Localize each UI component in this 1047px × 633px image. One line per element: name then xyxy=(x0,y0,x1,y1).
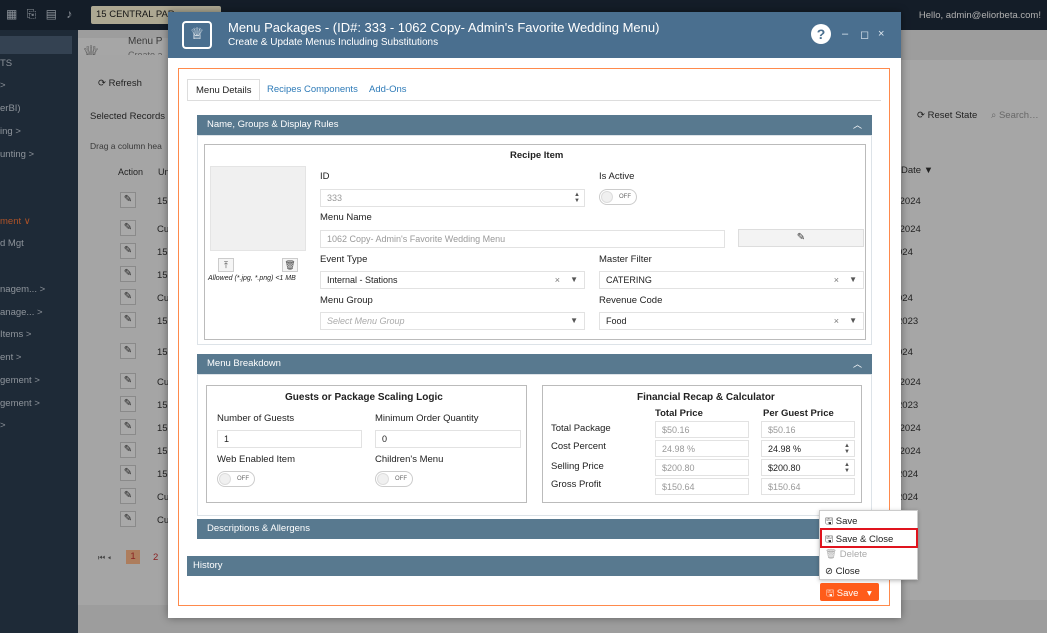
is-active-toggle[interactable]: OFF xyxy=(599,189,637,205)
allowed-files-note: Allowed (*.jpg, *.png) <1 MB xyxy=(208,275,296,282)
section-body-name-groups: Recipe Item ⤒ 🗑 Allowed (*.jpg, *.png) <… xyxy=(197,135,872,345)
clear-icon[interactable]: × xyxy=(834,316,839,326)
section-header-descriptions[interactable]: Descriptions & Allergens xyxy=(197,519,872,539)
section-header-menu-breakdown[interactable]: Menu Breakdown ︿ xyxy=(197,354,872,374)
spinner-icon[interactable]: ▲ ▼ xyxy=(844,462,850,474)
cancel-icon: ⊘ xyxy=(825,566,833,577)
modal-body: Menu Details Recipes Components Add-Ons … xyxy=(178,68,890,606)
clear-icon[interactable]: × xyxy=(555,275,560,285)
menu-item-delete[interactable]: 🗑 Delete xyxy=(825,549,867,560)
save-icon: 🖫 xyxy=(825,516,834,527)
save-button[interactable]: 🖫 Save ▾ xyxy=(820,583,879,601)
cost-percent-guest-field[interactable]: 24.98 % ▲ ▼ xyxy=(761,440,855,457)
financial-heading: Financial Recap & Calculator xyxy=(637,392,775,403)
trash-icon[interactable]: 🗑 xyxy=(282,258,298,272)
chef-hat-icon: ♕ xyxy=(182,21,212,49)
section-header-name-groups[interactable]: Name, Groups & Display Rules ︿ xyxy=(197,115,872,135)
fin-row-label: Selling Price xyxy=(551,461,604,472)
edit-name-button[interactable]: ✎ xyxy=(738,229,864,247)
close-icon[interactable]: × xyxy=(878,28,884,40)
master-filter-select[interactable]: CATERING × ▼ xyxy=(599,271,864,289)
menu-item-close[interactable]: ⊘ Close xyxy=(825,566,860,577)
save-icon: 🖫 xyxy=(826,588,835,599)
chevron-down-icon[interactable]: ▼ xyxy=(849,275,857,284)
section-title: Name, Groups & Display Rules xyxy=(207,119,339,130)
event-type-select[interactable]: Internal - Stations × ▼ xyxy=(320,271,585,289)
section-title: Descriptions & Allergens xyxy=(207,523,310,534)
collapse-icon[interactable]: ︿ xyxy=(853,118,862,131)
recipe-item-box: Recipe Item ⤒ 🗑 Allowed (*.jpg, *.png) <… xyxy=(204,144,866,340)
recipe-item-heading: Recipe Item xyxy=(510,150,564,161)
menu-group-select[interactable]: Select Menu Group ▼ xyxy=(320,312,585,330)
fin-row-label: Total Package xyxy=(551,423,611,434)
minimize-icon[interactable]: – xyxy=(842,28,848,40)
highlight-box xyxy=(820,528,918,548)
is-active-label: Is Active xyxy=(599,171,635,182)
revenue-code-label: Revenue Code xyxy=(599,295,663,306)
selling-price-total: $200.80 xyxy=(655,459,749,476)
history-bar[interactable]: History xyxy=(187,556,881,576)
col-total-price: Total Price xyxy=(655,408,703,419)
id-label: ID xyxy=(320,171,330,182)
menu-name-label: Menu Name xyxy=(320,212,372,223)
chevron-down-icon[interactable]: ▼ xyxy=(570,316,578,325)
fin-row-label: Gross Profit xyxy=(551,479,602,490)
trash-icon: 🗑 xyxy=(825,549,838,560)
web-enabled-label: Web Enabled Item xyxy=(217,454,295,465)
event-type-label: Event Type xyxy=(320,254,368,265)
fin-row-label: Cost Percent xyxy=(551,441,606,452)
selling-price-guest-field[interactable]: $200.80 ▲ ▼ xyxy=(761,459,855,476)
modal-subtitle: Create & Update Menus Including Substitu… xyxy=(228,37,439,48)
gross-profit-guest: $150.64 xyxy=(761,478,855,495)
menu-package-modal: ♕ Menu Packages - (ID#: 333 - 1062 Copy-… xyxy=(168,12,901,618)
chevron-down-icon[interactable]: ▼ xyxy=(570,275,578,284)
menu-group-label: Menu Group xyxy=(320,295,373,306)
total-package-total: $50.16 xyxy=(655,421,749,438)
revenue-code-select[interactable]: Food × ▼ xyxy=(599,312,864,330)
clear-icon[interactable]: × xyxy=(834,275,839,285)
collapse-icon[interactable]: ︿ xyxy=(853,357,862,370)
section-title: Menu Breakdown xyxy=(207,358,281,369)
financial-box: Financial Recap & Calculator Total Price… xyxy=(542,385,862,503)
modal-title: Menu Packages - (ID#: 333 - 1062 Copy- A… xyxy=(228,20,660,35)
total-package-guest: $50.16 xyxy=(761,421,855,438)
spinner-icon[interactable]: ▲ ▼ xyxy=(574,192,580,204)
image-placeholder[interactable] xyxy=(210,166,306,251)
spinner-icon[interactable]: ▲ ▼ xyxy=(844,443,850,455)
master-filter-label: Master Filter xyxy=(599,254,652,265)
col-per-guest-price: Per Guest Price xyxy=(763,408,834,419)
childrens-menu-label: Children's Menu xyxy=(375,454,444,465)
childrens-menu-toggle[interactable]: OFF xyxy=(375,471,413,487)
help-icon[interactable]: ? xyxy=(811,24,831,44)
gross-profit-total: $150.64 xyxy=(655,478,749,495)
guests-heading: Guests or Package Scaling Logic xyxy=(285,392,443,403)
id-field[interactable]: 333 ▲ ▼ xyxy=(320,189,585,207)
tab-recipes-components[interactable]: Recipes Components xyxy=(259,79,366,101)
section-body-menu-breakdown: Guests or Package Scaling Logic Number o… xyxy=(197,374,872,516)
tab-menu-details[interactable]: Menu Details xyxy=(187,79,261,101)
tab-add-ons[interactable]: Add-Ons xyxy=(361,79,415,101)
tab-divider xyxy=(187,100,881,101)
min-order-label: Minimum Order Quantity xyxy=(375,413,479,424)
min-order-field[interactable]: 0 xyxy=(375,430,521,448)
guests-box: Guests or Package Scaling Logic Number o… xyxy=(206,385,527,503)
caret-down-icon[interactable]: ▾ xyxy=(867,588,872,599)
num-guests-label: Number of Guests xyxy=(217,413,295,424)
cost-percent-total: 24.98 % xyxy=(655,440,749,457)
menu-name-field[interactable]: 1062 Copy- Admin's Favorite Wedding Menu xyxy=(320,230,725,248)
maximize-icon[interactable]: ◻ xyxy=(860,28,869,41)
chevron-down-icon[interactable]: ▼ xyxy=(849,316,857,325)
web-enabled-toggle[interactable]: OFF xyxy=(217,471,255,487)
modal-header: ♕ Menu Packages - (ID#: 333 - 1062 Copy-… xyxy=(168,12,901,58)
num-guests-field[interactable]: 1 xyxy=(217,430,362,448)
upload-icon[interactable]: ⤒ xyxy=(218,258,234,272)
